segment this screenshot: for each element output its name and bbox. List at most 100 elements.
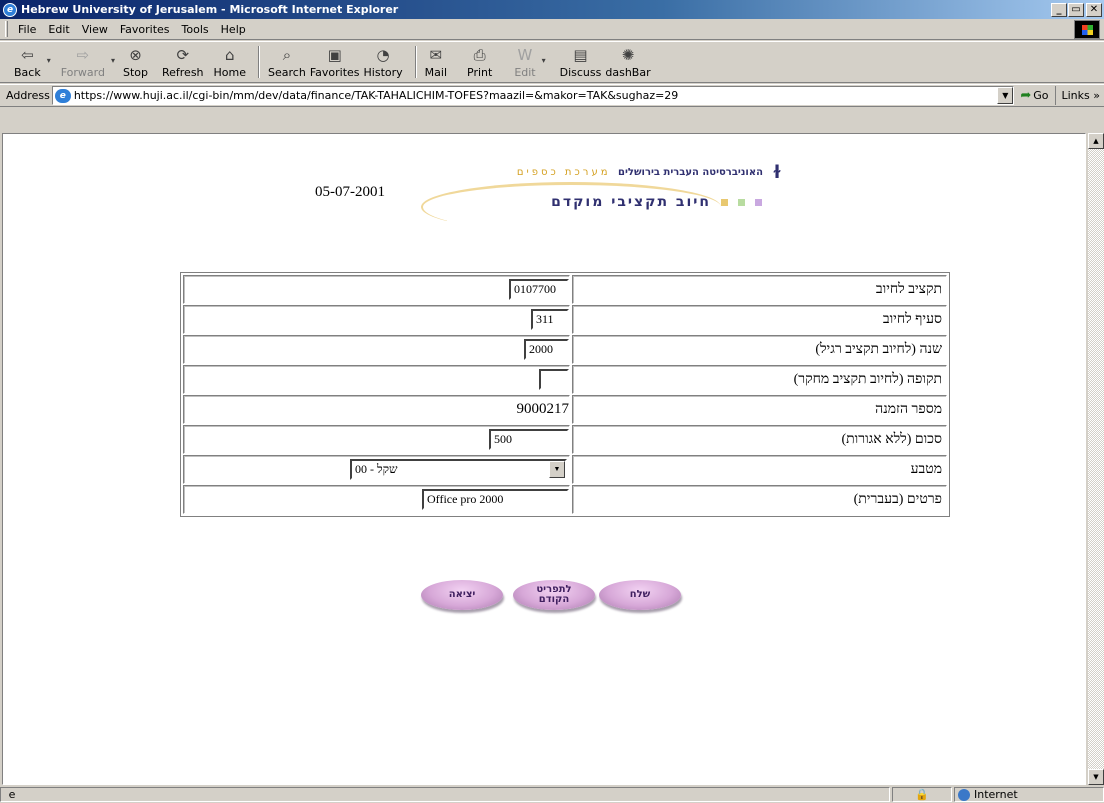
menu-view[interactable]: View: [76, 23, 114, 36]
address-bar: Address e https://www.huji.ac.il/cgi-bin…: [0, 84, 1104, 107]
green-square-icon: [738, 198, 745, 206]
form-row: סעיף לחיוב 311: [183, 305, 947, 334]
details-input[interactable]: Office pro 2000: [422, 489, 569, 510]
form-row: סכום (ללא אגורות) 500: [183, 425, 947, 454]
menu-help[interactable]: Help: [215, 23, 252, 36]
edit-icon: W: [517, 45, 533, 64]
go-arrow-icon: ➦: [1020, 88, 1032, 103]
form-row: פרטים (בעברית) Office pro 2000: [183, 485, 947, 514]
scroll-down-icon[interactable]: ▼: [1088, 769, 1104, 785]
close-button[interactable]: ✕: [1086, 2, 1102, 17]
mail-button[interactable]: ✉ Mail: [425, 46, 447, 79]
currency-select[interactable]: שקל - 00 ▼: [350, 459, 567, 480]
favorites-icon: ▣: [327, 45, 342, 64]
currency-selected: שקל - 00: [355, 462, 398, 476]
discuss-button[interactable]: ▤ Discuss: [560, 46, 602, 79]
history-icon: ◔: [376, 45, 390, 64]
year-input[interactable]: 2000: [524, 339, 569, 360]
university-name-text: האוניברסיטה העברית בירושלים: [617, 167, 763, 178]
links-button[interactable]: Links »: [1054, 86, 1104, 105]
amount-cell: 500: [183, 425, 570, 454]
budget-input[interactable]: 0107700: [509, 279, 569, 300]
order-number-value: 9000217: [516, 401, 570, 417]
menu-favorites[interactable]: Favorites: [114, 23, 176, 36]
links-label: Links: [1061, 89, 1090, 102]
history-label: History: [363, 65, 403, 79]
form-row: שנה (לחיוב תקציב רגיל) 2000: [183, 335, 947, 364]
back-label: Back: [14, 65, 41, 79]
zone-label: Internet: [974, 788, 1018, 801]
toolbar-separator: [414, 46, 417, 78]
minimize-button[interactable]: _: [1051, 2, 1067, 17]
dashbar-label: dashBar: [605, 65, 651, 79]
menu-file[interactable]: File: [12, 23, 42, 36]
gold-square-icon: [721, 198, 728, 206]
favorites-button[interactable]: ▣ Favorites: [310, 46, 360, 79]
send-label: שלח: [629, 589, 651, 600]
back-button[interactable]: ⇦ Back ▾: [14, 46, 51, 79]
exit-label: יציאה: [448, 589, 476, 600]
form-row: מטבע שקל - 00 ▼: [183, 455, 947, 484]
menu-grip: [5, 21, 8, 37]
period-label: תקופה (לחיוב תקציב מחקר): [572, 365, 947, 394]
university-name: האוניברסיטה העברית בירושלים מערכת כספים: [517, 167, 763, 178]
previous-menu-button[interactable]: לתפריט הקודם: [513, 580, 595, 610]
search-button[interactable]: ⌕ Search: [268, 46, 306, 79]
edit-button[interactable]: W Edit ▾: [514, 45, 545, 79]
menu-tools[interactable]: Tools: [176, 23, 215, 36]
print-label: Print: [467, 65, 493, 79]
security-lock-icon: 🔒: [915, 788, 929, 801]
menu-edit[interactable]: Edit: [42, 23, 75, 36]
status-zone-pane: Internet: [954, 787, 1104, 802]
home-button[interactable]: ⌂ Home: [214, 46, 246, 79]
form-actions: יציאה לתפריט הקודם שלח: [421, 580, 683, 620]
maximize-button[interactable]: ▭: [1068, 2, 1084, 17]
status-main-pane: e: [0, 787, 890, 802]
status-bar: e 🔒 Internet: [0, 786, 1104, 803]
window-title: Hebrew University of Jerusalem - Microso…: [21, 3, 399, 16]
order-number-label: מספר הזמנה: [572, 395, 947, 424]
page-viewport: 05-07-2001 ɫ האוניברסיטה העברית בירושלים…: [2, 133, 1086, 785]
budget-cell: 0107700: [183, 275, 570, 304]
budget-charge-form: תקציב לחיוב 0107700 סעיף לחיוב 311 שנה (…: [180, 272, 950, 517]
back-dropdown-icon[interactable]: ▾: [47, 56, 51, 65]
refresh-button[interactable]: ⟳ Refresh: [162, 46, 204, 79]
page-done-icon: e: [8, 788, 16, 801]
forward-button[interactable]: ⇨ Forward ▾: [60, 45, 115, 79]
edit-dropdown-icon[interactable]: ▾: [542, 56, 546, 65]
university-logo: ɫ האוניברסיטה העברית בירושלים מערכת כספי…: [415, 162, 790, 242]
history-button[interactable]: ◔ History: [364, 46, 403, 79]
page-icon: e: [54, 88, 71, 103]
standard-toolbar: ⇦ Back ▾ ⇨ Forward ▾ ⊗ Stop ⟳ Refresh ⌂ …: [0, 41, 1104, 83]
forward-dropdown-icon[interactable]: ▾: [111, 56, 115, 65]
address-url[interactable]: https://www.huji.ac.il/cgi-bin/mm/dev/da…: [74, 89, 998, 102]
currency-cell: שקל - 00 ▼: [183, 455, 570, 484]
currency-dropdown-icon[interactable]: ▼: [549, 461, 565, 478]
window-title-bar[interactable]: e Hebrew University of Jerusalem - Micro…: [0, 0, 1104, 19]
amount-input[interactable]: 500: [489, 429, 569, 450]
toolbar-separator: [258, 46, 261, 78]
dashbar-button[interactable]: ✺ dashBar: [605, 46, 650, 79]
forward-label: Forward: [60, 65, 105, 79]
search-label: Search: [268, 65, 306, 79]
section-input[interactable]: 311: [531, 309, 569, 330]
previous-menu-label-line2: הקודם: [538, 594, 570, 605]
home-label: Home: [213, 65, 247, 79]
send-button[interactable]: שלח: [599, 580, 681, 610]
section-cell: 311: [183, 305, 570, 334]
forward-arrow-icon: ⇨: [76, 45, 90, 64]
subtitle-text: חיוב תקציבי מוקדם: [551, 194, 711, 210]
exit-button[interactable]: יציאה: [421, 580, 503, 610]
print-icon: ⎙: [473, 45, 486, 64]
stop-label: Stop: [122, 65, 148, 79]
vertical-scrollbar[interactable]: ▲ ▼: [1088, 133, 1104, 785]
details-label: פרטים (בעברית): [572, 485, 947, 514]
address-dropdown-icon[interactable]: ▼: [997, 87, 1014, 104]
period-input[interactable]: [539, 369, 569, 390]
print-button[interactable]: ⎙ Print: [467, 46, 492, 79]
go-button[interactable]: ➦ Go: [1014, 88, 1054, 103]
stop-button[interactable]: ⊗ Stop: [123, 46, 148, 79]
address-input[interactable]: e https://www.huji.ac.il/cgi-bin/mm/dev/…: [51, 86, 1015, 105]
menu-bar: File Edit View Favorites Tools Help: [0, 19, 1104, 40]
scroll-up-icon[interactable]: ▲: [1088, 133, 1104, 149]
